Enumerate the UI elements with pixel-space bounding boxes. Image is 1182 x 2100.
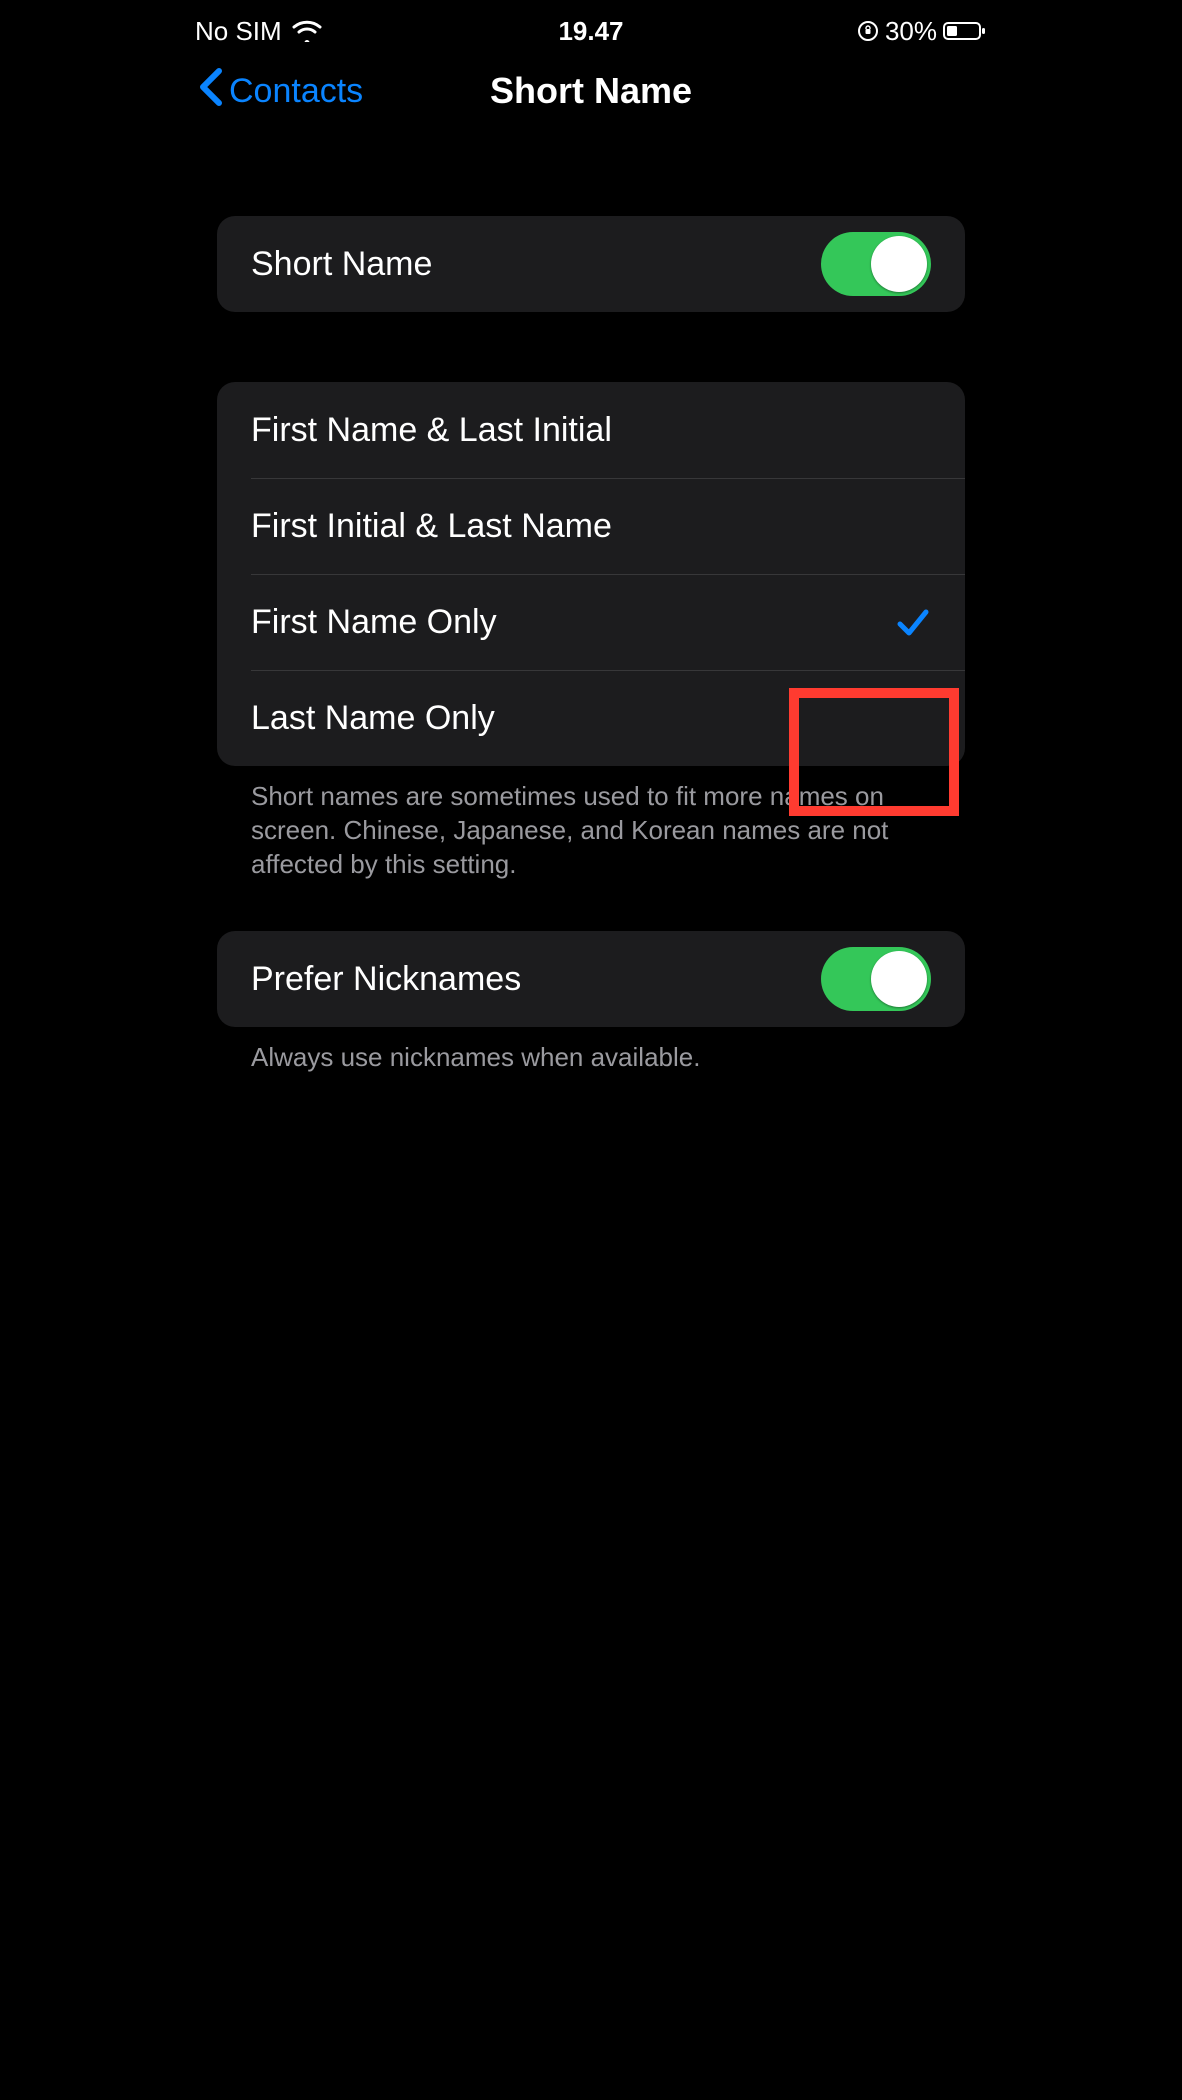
toggle-knob (871, 236, 927, 292)
page-title: Short Name (177, 70, 1005, 112)
format-options-group: First Name & Last Initial First Initial … (217, 382, 965, 766)
option-first-initial-last-name[interactable]: First Initial & Last Name (217, 478, 965, 574)
prefer-nicknames-footer-text: Always use nicknames when available. (217, 1027, 965, 1075)
prefer-nicknames-toggle[interactable] (821, 947, 931, 1011)
status-bar: No SIM 19.47 30% (177, 0, 1005, 56)
short-name-toggle-group: Short Name (217, 216, 965, 312)
option-last-name-only[interactable]: Last Name Only (217, 670, 965, 766)
status-time: 19.47 (177, 16, 1005, 47)
short-name-row[interactable]: Short Name (217, 216, 965, 312)
short-name-toggle[interactable] (821, 232, 931, 296)
option-first-name-last-initial[interactable]: First Name & Last Initial (217, 382, 965, 478)
options-footer-text: Short names are sometimes used to fit mo… (217, 766, 965, 881)
option-label: Last Name Only (251, 699, 931, 738)
option-first-name-only[interactable]: First Name Only (217, 574, 965, 670)
prefer-nicknames-group: Prefer Nicknames (217, 931, 965, 1027)
prefer-nicknames-label: Prefer Nicknames (251, 960, 821, 999)
nav-bar: Contacts Short Name (177, 56, 1005, 126)
option-label: First Name & Last Initial (251, 411, 931, 450)
toggle-knob (871, 951, 927, 1007)
checkmark-icon (895, 604, 931, 640)
short-name-label: Short Name (251, 245, 821, 284)
option-label: First Initial & Last Name (251, 507, 931, 546)
option-label: First Name Only (251, 603, 895, 642)
prefer-nicknames-row[interactable]: Prefer Nicknames (217, 931, 965, 1027)
